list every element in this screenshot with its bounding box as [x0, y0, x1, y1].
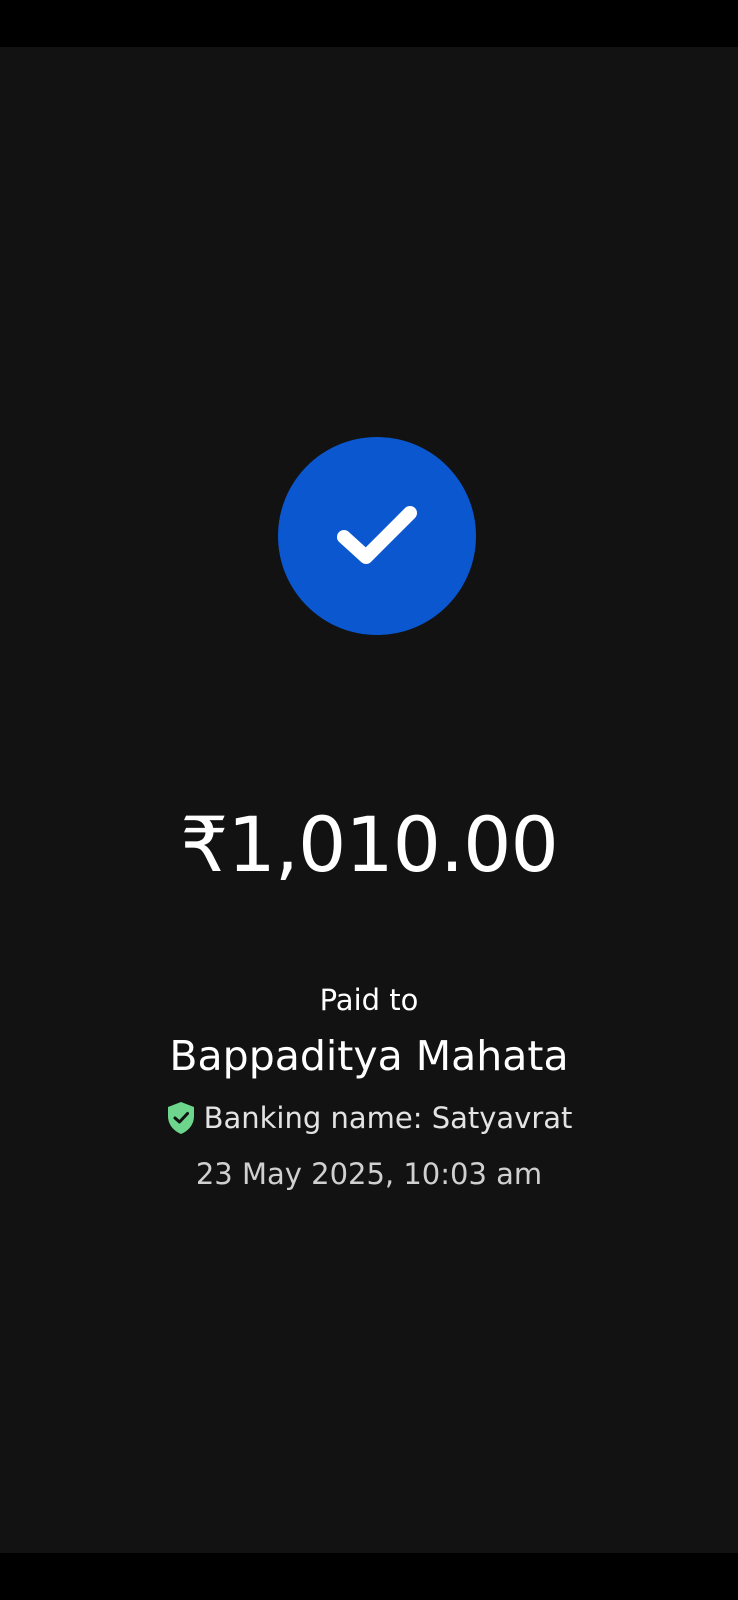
status-bar: [0, 0, 738, 47]
payee-name: Bappaditya Mahata: [169, 1032, 569, 1080]
payment-timestamp: 23 May 2025, 10:03 am: [195, 1157, 543, 1191]
success-check-icon: [278, 437, 476, 635]
payment-success-screen: ₹1,010.00 Paid to Bappaditya Mahata Bank…: [0, 0, 738, 1600]
payment-amount: ₹1,010.00: [180, 800, 559, 889]
paid-to-label: Paid to: [319, 983, 419, 1017]
shield-check-icon: [166, 1101, 196, 1135]
banking-name-text: Banking name: Satyavrat: [203, 1101, 573, 1135]
navigation-bar: [0, 1553, 738, 1600]
banking-name-row: Banking name: Satyavrat: [0, 1097, 738, 1139]
